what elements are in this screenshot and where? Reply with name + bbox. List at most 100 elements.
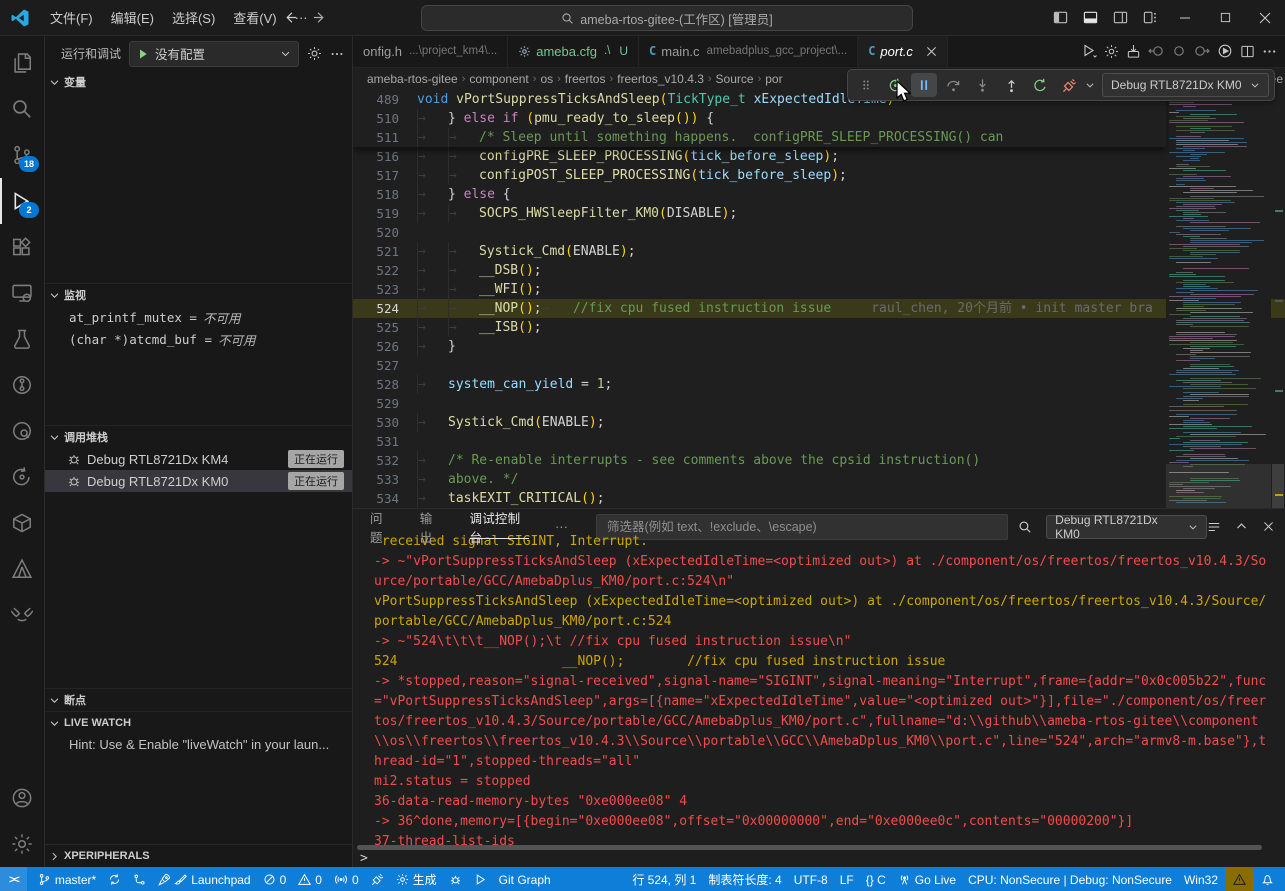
line-number[interactable]: 525 <box>353 318 399 337</box>
code-line[interactable]: 525→→__ISB(); <box>353 318 1285 337</box>
code-line[interactable]: 511→→/* Sleep until something happens. c… <box>353 128 1166 147</box>
activity-explorer-icon[interactable] <box>0 40 44 86</box>
activity-testing-flask-icon[interactable] <box>0 316 44 362</box>
circle-back-icon[interactable] <box>1148 43 1164 59</box>
line-number[interactable]: 510 <box>353 109 399 128</box>
code-line[interactable]: 528→system_can_yield = 1; <box>353 375 1285 394</box>
statusbar-build[interactable]: 生成 <box>391 867 442 891</box>
circle-forward-icon[interactable] <box>1194 43 1210 59</box>
customize-layout-icon[interactable] <box>1135 0 1165 35</box>
scrollbar-thumb[interactable] <box>1272 464 1284 508</box>
gear-icon[interactable] <box>1104 44 1119 59</box>
step-out-button[interactable] <box>998 73 1024 97</box>
code-line[interactable]: 529 <box>353 394 1285 413</box>
breadcrumb-item[interactable]: freertos_v10.4.3 <box>617 72 704 86</box>
editor-tab-portc[interactable]: Cport.c <box>858 36 948 67</box>
menu-item-2[interactable]: 选择(S) <box>163 5 224 31</box>
statusbar-indentation[interactable]: 制表符长度: 4 <box>703 867 786 891</box>
line-number[interactable]: 519 <box>353 204 399 223</box>
flash-download-icon[interactable] <box>1126 44 1141 59</box>
chevron-down-icon[interactable] <box>1085 80 1095 90</box>
console-prompt[interactable]: > <box>353 850 1285 867</box>
section-watch[interactable]: 监视 <box>45 283 352 306</box>
circled-play-icon[interactable] <box>1217 43 1233 59</box>
code-line[interactable]: 527 <box>353 356 1285 375</box>
section-xperipherals[interactable]: XPERIPHERALS <box>45 844 352 867</box>
code-line[interactable]: 522→→__DSB(); <box>353 261 1285 280</box>
section-breakpoints[interactable]: 断点 <box>45 688 352 711</box>
code-line[interactable]: 526→} <box>353 337 1285 356</box>
menu-item-3[interactable]: 查看(V) <box>224 5 285 31</box>
breadcrumb-item[interactable]: ameba-rtos-gitee <box>367 72 458 86</box>
toggle-panel-icon[interactable] <box>1075 0 1105 35</box>
code-line[interactable]: 521→→Systick_Cmd(ENABLE); <box>353 242 1285 261</box>
start-debug-icon[interactable] <box>137 48 149 60</box>
statusbar-cursor-position[interactable]: 行 524, 列 1 <box>627 867 701 891</box>
editor-tab-onfigh[interactable]: onfig.h...\project_km4\... <box>353 36 508 67</box>
statusbar-git-graph[interactable]: Git Graph <box>494 867 556 891</box>
code-line[interactable]: 523→→__WFI(); <box>353 280 1285 299</box>
statusbar-ports[interactable]: 0 <box>329 867 364 891</box>
statusbar-warning-badge[interactable] <box>1225 867 1254 891</box>
statusbar-remote-indicator[interactable]: >< <box>0 867 27 891</box>
activity-settings-gear-icon[interactable] <box>0 821 44 867</box>
minimap[interactable] <box>1166 90 1271 508</box>
line-number[interactable]: 524 <box>353 299 399 318</box>
section-livewatch[interactable]: LIVE WATCH <box>45 711 352 734</box>
code-line[interactable]: 530→Systick_Cmd(ENABLE); <box>353 413 1285 432</box>
code-line[interactable]: 532→/* Re-enable interrupts - see commen… <box>353 451 1285 470</box>
line-number[interactable]: 523 <box>353 280 399 299</box>
console-hscrollbar[interactable] <box>357 845 1262 850</box>
callstack-session[interactable]: Debug RTL8721Dx KM0正在运行 <box>45 470 352 492</box>
editor-tab-amebacfg[interactable]: ameba.cfg.\U <box>508 36 639 67</box>
statusbar-cpu-debug-secure[interactable]: CPU: NonSecure | Debug: NonSecure <box>963 867 1177 891</box>
code-line[interactable]: 520 <box>353 223 1285 242</box>
statusbar-source-control-graph[interactable] <box>128 867 151 891</box>
code-line[interactable]: 533→above. */ <box>353 470 1285 489</box>
editor-scrollbar[interactable] <box>1271 90 1285 508</box>
activity-package-icon[interactable] <box>0 500 44 546</box>
command-center-search[interactable]: ameba-rtos-gitee-(工作区) [管理员] <box>421 5 913 31</box>
line-number[interactable]: 531 <box>353 432 399 451</box>
circle-icon[interactable] <box>1171 43 1187 59</box>
step-into-button[interactable] <box>969 73 995 97</box>
statusbar-encoding[interactable]: UTF-8 <box>789 867 833 891</box>
menu-item-1[interactable]: 编辑(E) <box>102 5 163 31</box>
statusbar-git-sync[interactable] <box>103 867 126 891</box>
statusbar-git-branch[interactable]: master* <box>33 867 101 891</box>
panel-tab-问题[interactable]: 问题 <box>370 509 394 544</box>
line-number[interactable]: 522 <box>353 261 399 280</box>
code-line[interactable]: 516→→configPRE_SLEEP_PROCESSING(tick_bef… <box>353 147 1285 166</box>
toggle-secondary-sidebar-icon[interactable] <box>1105 0 1135 35</box>
statusbar-go-live[interactable]: Go Live <box>893 867 961 891</box>
breadcrumb-item[interactable]: os <box>540 72 553 86</box>
activity-account-icon[interactable] <box>0 775 44 821</box>
statusbar-notifications[interactable] <box>1256 867 1279 891</box>
editor-tab-mainc[interactable]: Cmain.camebadplus_gcc_project\... <box>639 36 858 67</box>
step-over-button[interactable] <box>940 73 966 97</box>
nav-forward-icon[interactable] <box>312 10 327 25</box>
activity-cmake-icon[interactable] <box>0 546 44 592</box>
toggle-sidebar-icon[interactable] <box>1045 0 1075 35</box>
code-line[interactable]: 517→→configPOST_SLEEP_PROCESSING(tick_be… <box>353 166 1285 185</box>
code-line[interactable]: 519→→SOCPS_HWSleepFilter_KM0(DISABLE); <box>353 204 1285 223</box>
line-number[interactable]: 520 <box>353 223 399 242</box>
line-number[interactable]: 517 <box>353 166 399 185</box>
statusbar-warnings[interactable]: 0 <box>293 867 327 891</box>
debug-session-dropdown[interactable]: Debug RTL8721Dx KM0 <box>1102 73 1269 97</box>
line-number[interactable]: 534 <box>353 489 399 508</box>
panel-tab-调试控制台[interactable]: 调试控制台 <box>470 509 529 544</box>
line-number[interactable]: 516 <box>353 147 399 166</box>
code-line[interactable]: 518→} else { <box>353 185 1285 204</box>
breadcrumb-item[interactable]: Source <box>716 72 754 86</box>
activity-extensions-icon[interactable] <box>0 224 44 270</box>
statusbar-debug-launch[interactable] <box>366 867 389 891</box>
panel-tab-输出[interactable]: 输出 <box>420 509 444 544</box>
code-editor[interactable]: 516→→configPRE_SLEEP_PROCESSING(tick_bef… <box>353 90 1285 508</box>
code-line[interactable]: 510→} else if (pmu_ready_to_sleep()) { <box>353 109 1166 128</box>
activity-source-control-icon[interactable]: 18 <box>0 132 44 178</box>
activity-run-debug-icon[interactable]: 2 <box>0 178 44 224</box>
split-editor-icon[interactable] <box>1240 44 1255 59</box>
maximize-button[interactable] <box>1205 0 1245 35</box>
statusbar-errors[interactable]: 0 <box>258 867 292 891</box>
